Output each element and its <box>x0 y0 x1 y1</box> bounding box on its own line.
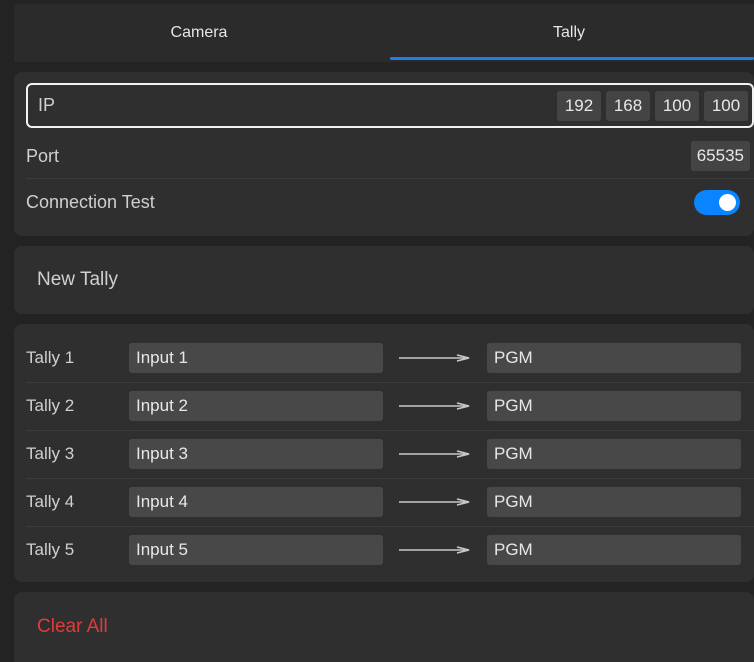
tally-output-select[interactable]: PGM <box>487 391 741 421</box>
ip-octet-4[interactable]: 100 <box>704 90 748 121</box>
port-label: Port <box>26 145 60 166</box>
tally-output-select[interactable]: PGM <box>487 343 741 373</box>
new-tally-label: New Tally <box>37 269 118 290</box>
tally-row: Tally 4 Input 4 PGM <box>26 478 754 526</box>
clear-all-label: Clear All <box>37 616 108 637</box>
tally-row: Tally 5 Input 5 PGM <box>26 526 754 574</box>
tally-input-select[interactable]: Input 4 <box>129 487 383 517</box>
tab-bar: Camera Tally <box>14 4 754 62</box>
ip-octet-3[interactable]: 100 <box>655 90 699 121</box>
arrow-right-icon <box>383 402 487 410</box>
clear-all-card: Clear All <box>14 592 754 662</box>
ip-row[interactable]: IP 192 168 100 100 <box>26 83 754 128</box>
arrow-right-icon <box>383 546 487 554</box>
arrow-right-icon <box>383 354 487 362</box>
tally-name: Tally 4 <box>26 492 75 511</box>
arrow-right-icon <box>383 450 487 458</box>
tally-input-select[interactable]: Input 3 <box>129 439 383 469</box>
toggle-knob <box>719 193 736 211</box>
divider <box>26 178 754 179</box>
arrow-right-icon <box>383 498 487 506</box>
tally-row: Tally 2 Input 2 PGM <box>26 382 754 430</box>
tally-mapping-card: Tally 1 Input 1 PGM Tally 2 Input 2 PGM … <box>14 324 754 582</box>
connection-test-row: Connection Test <box>26 180 754 224</box>
tally-output-select[interactable]: PGM <box>487 487 741 517</box>
tally-output-select[interactable]: PGM <box>487 535 741 565</box>
tally-row: Tally 1 Input 1 PGM <box>26 334 754 382</box>
tally-name: Tally 3 <box>26 444 75 463</box>
tally-settings-panel: Camera Tally IP 192 168 100 100 Port 655… <box>0 0 754 662</box>
tally-name: Tally 5 <box>26 540 75 559</box>
tally-input-select[interactable]: Input 1 <box>129 343 383 373</box>
connection-test-toggle[interactable] <box>694 189 740 215</box>
connection-test-label: Connection Test <box>26 191 155 212</box>
ip-label: IP <box>38 95 56 115</box>
new-tally-card[interactable]: New Tally <box>14 246 754 314</box>
ip-octet-1[interactable]: 192 <box>557 90 601 121</box>
tally-output-select[interactable]: PGM <box>487 439 741 469</box>
tab-camera[interactable]: Camera <box>14 4 384 62</box>
tally-input-select[interactable]: Input 5 <box>129 535 383 565</box>
tally-name: Tally 2 <box>26 396 75 415</box>
tally-row: Tally 3 Input 3 PGM <box>26 430 754 478</box>
ip-octet-2[interactable]: 168 <box>606 90 650 121</box>
port-field[interactable]: 65535 <box>690 141 750 171</box>
tally-name: Tally 1 <box>26 348 75 367</box>
tally-input-select[interactable]: Input 2 <box>129 391 383 421</box>
clear-all-button[interactable]: Clear All <box>26 592 754 662</box>
tab-tally-label: Tally <box>552 24 585 41</box>
tab-tally[interactable]: Tally <box>384 4 754 62</box>
port-row: Port 65535 <box>26 134 754 178</box>
network-settings-card: IP 192 168 100 100 Port 65535 Connection… <box>14 72 754 236</box>
tab-camera-label: Camera <box>170 24 228 41</box>
new-tally-row[interactable]: New Tally <box>26 246 754 314</box>
